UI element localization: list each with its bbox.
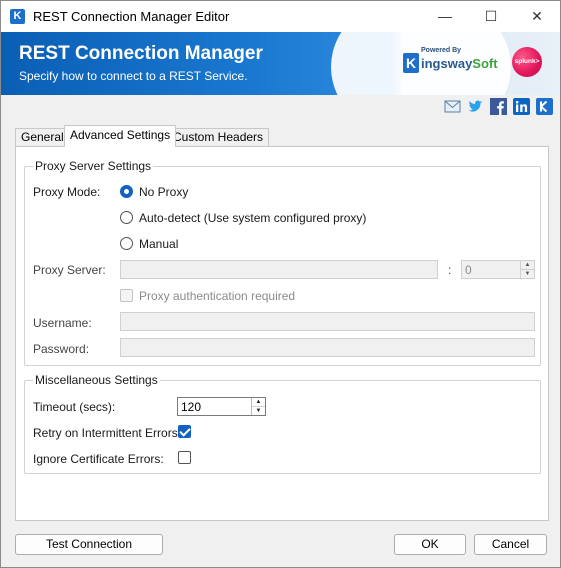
password-input[interactable] — [120, 338, 535, 357]
proxy-server-label: Proxy Server: — [33, 263, 106, 277]
title-bar: K REST Connection Manager Editor — ☐ ✕ — [1, 1, 560, 32]
kingswaysoft-logo: Powered By K ingswaySoft — [403, 47, 499, 77]
proxy-server-input[interactable] — [120, 260, 438, 279]
tab-custom-headers[interactable]: Custom Headers — [167, 128, 270, 146]
timeout-label: Timeout (secs): — [33, 400, 116, 414]
retry-checkbox[interactable] — [178, 425, 191, 438]
username-input[interactable] — [120, 312, 535, 331]
proxy-auth-checkbox[interactable] — [120, 289, 133, 302]
proxy-mode-label: Proxy Mode: — [33, 185, 101, 199]
radio-no-proxy[interactable] — [120, 185, 133, 198]
retry-label: Retry on Intermittent Errors: — [33, 426, 182, 440]
ignore-cert-checkbox[interactable] — [178, 451, 191, 464]
port-up-icon[interactable]: ▲ — [521, 261, 534, 270]
misc-group-title: Miscellaneous Settings — [33, 373, 160, 387]
port-separator: : — [448, 263, 452, 277]
dialog-window: K REST Connection Manager Editor — ☐ ✕ R… — [0, 0, 561, 568]
brand-powered-by: Powered By — [421, 47, 462, 54]
ok-button[interactable]: OK — [394, 534, 466, 555]
username-label: Username: — [33, 316, 92, 330]
timeout-input[interactable]: 120 ▲ ▼ — [177, 397, 266, 416]
proxy-auth-label: Proxy authentication required — [139, 289, 296, 303]
brand-name: ingswaySoft — [421, 56, 498, 71]
password-label: Password: — [33, 342, 90, 356]
radio-manual-label[interactable]: Manual — [139, 237, 178, 251]
twitter-icon[interactable] — [467, 98, 484, 115]
facebook-icon[interactable] — [490, 98, 507, 115]
timeout-up-icon[interactable]: ▲ — [252, 398, 265, 407]
maximize-button[interactable]: ☐ — [468, 1, 514, 32]
test-connection-button[interactable]: Test Connection — [15, 534, 163, 555]
splunk-logo: splunk> — [512, 47, 542, 77]
proxy-port-input[interactable]: 0 ▲ ▼ — [461, 260, 535, 279]
close-button[interactable]: ✕ — [514, 1, 560, 32]
linkedin-icon[interactable] — [513, 98, 530, 115]
radio-manual[interactable] — [120, 237, 133, 250]
brand-k-icon: K — [403, 53, 419, 73]
radio-no-proxy-label[interactable]: No Proxy — [139, 185, 188, 199]
timeout-down-icon[interactable]: ▼ — [252, 407, 265, 416]
ignore-cert-label: Ignore Certificate Errors: — [33, 452, 164, 466]
kingswaysoft-icon[interactable] — [536, 98, 553, 115]
header-banner: REST Connection Manager Specify how to c… — [1, 32, 560, 95]
tab-general[interactable]: General — [15, 128, 70, 146]
minimize-button[interactable]: — — [422, 1, 468, 32]
banner-title: REST Connection Manager — [19, 43, 263, 64]
cancel-button[interactable]: Cancel — [474, 534, 547, 555]
window-title: REST Connection Manager Editor — [33, 9, 230, 24]
port-down-icon[interactable]: ▼ — [521, 270, 534, 279]
banner-subtitle: Specify how to connect to a REST Service… — [19, 69, 248, 83]
radio-auto-detect[interactable] — [120, 211, 133, 224]
port-spinner[interactable]: ▲ ▼ — [520, 261, 534, 278]
timeout-spinner[interactable]: ▲ ▼ — [251, 398, 265, 415]
email-icon[interactable] — [444, 98, 461, 115]
radio-auto-detect-label[interactable]: Auto-detect (Use system configured proxy… — [139, 211, 366, 225]
app-icon: K — [10, 9, 25, 24]
tab-advanced-settings[interactable]: Advanced Settings — [64, 125, 177, 147]
proxy-group-title: Proxy Server Settings — [33, 159, 154, 173]
